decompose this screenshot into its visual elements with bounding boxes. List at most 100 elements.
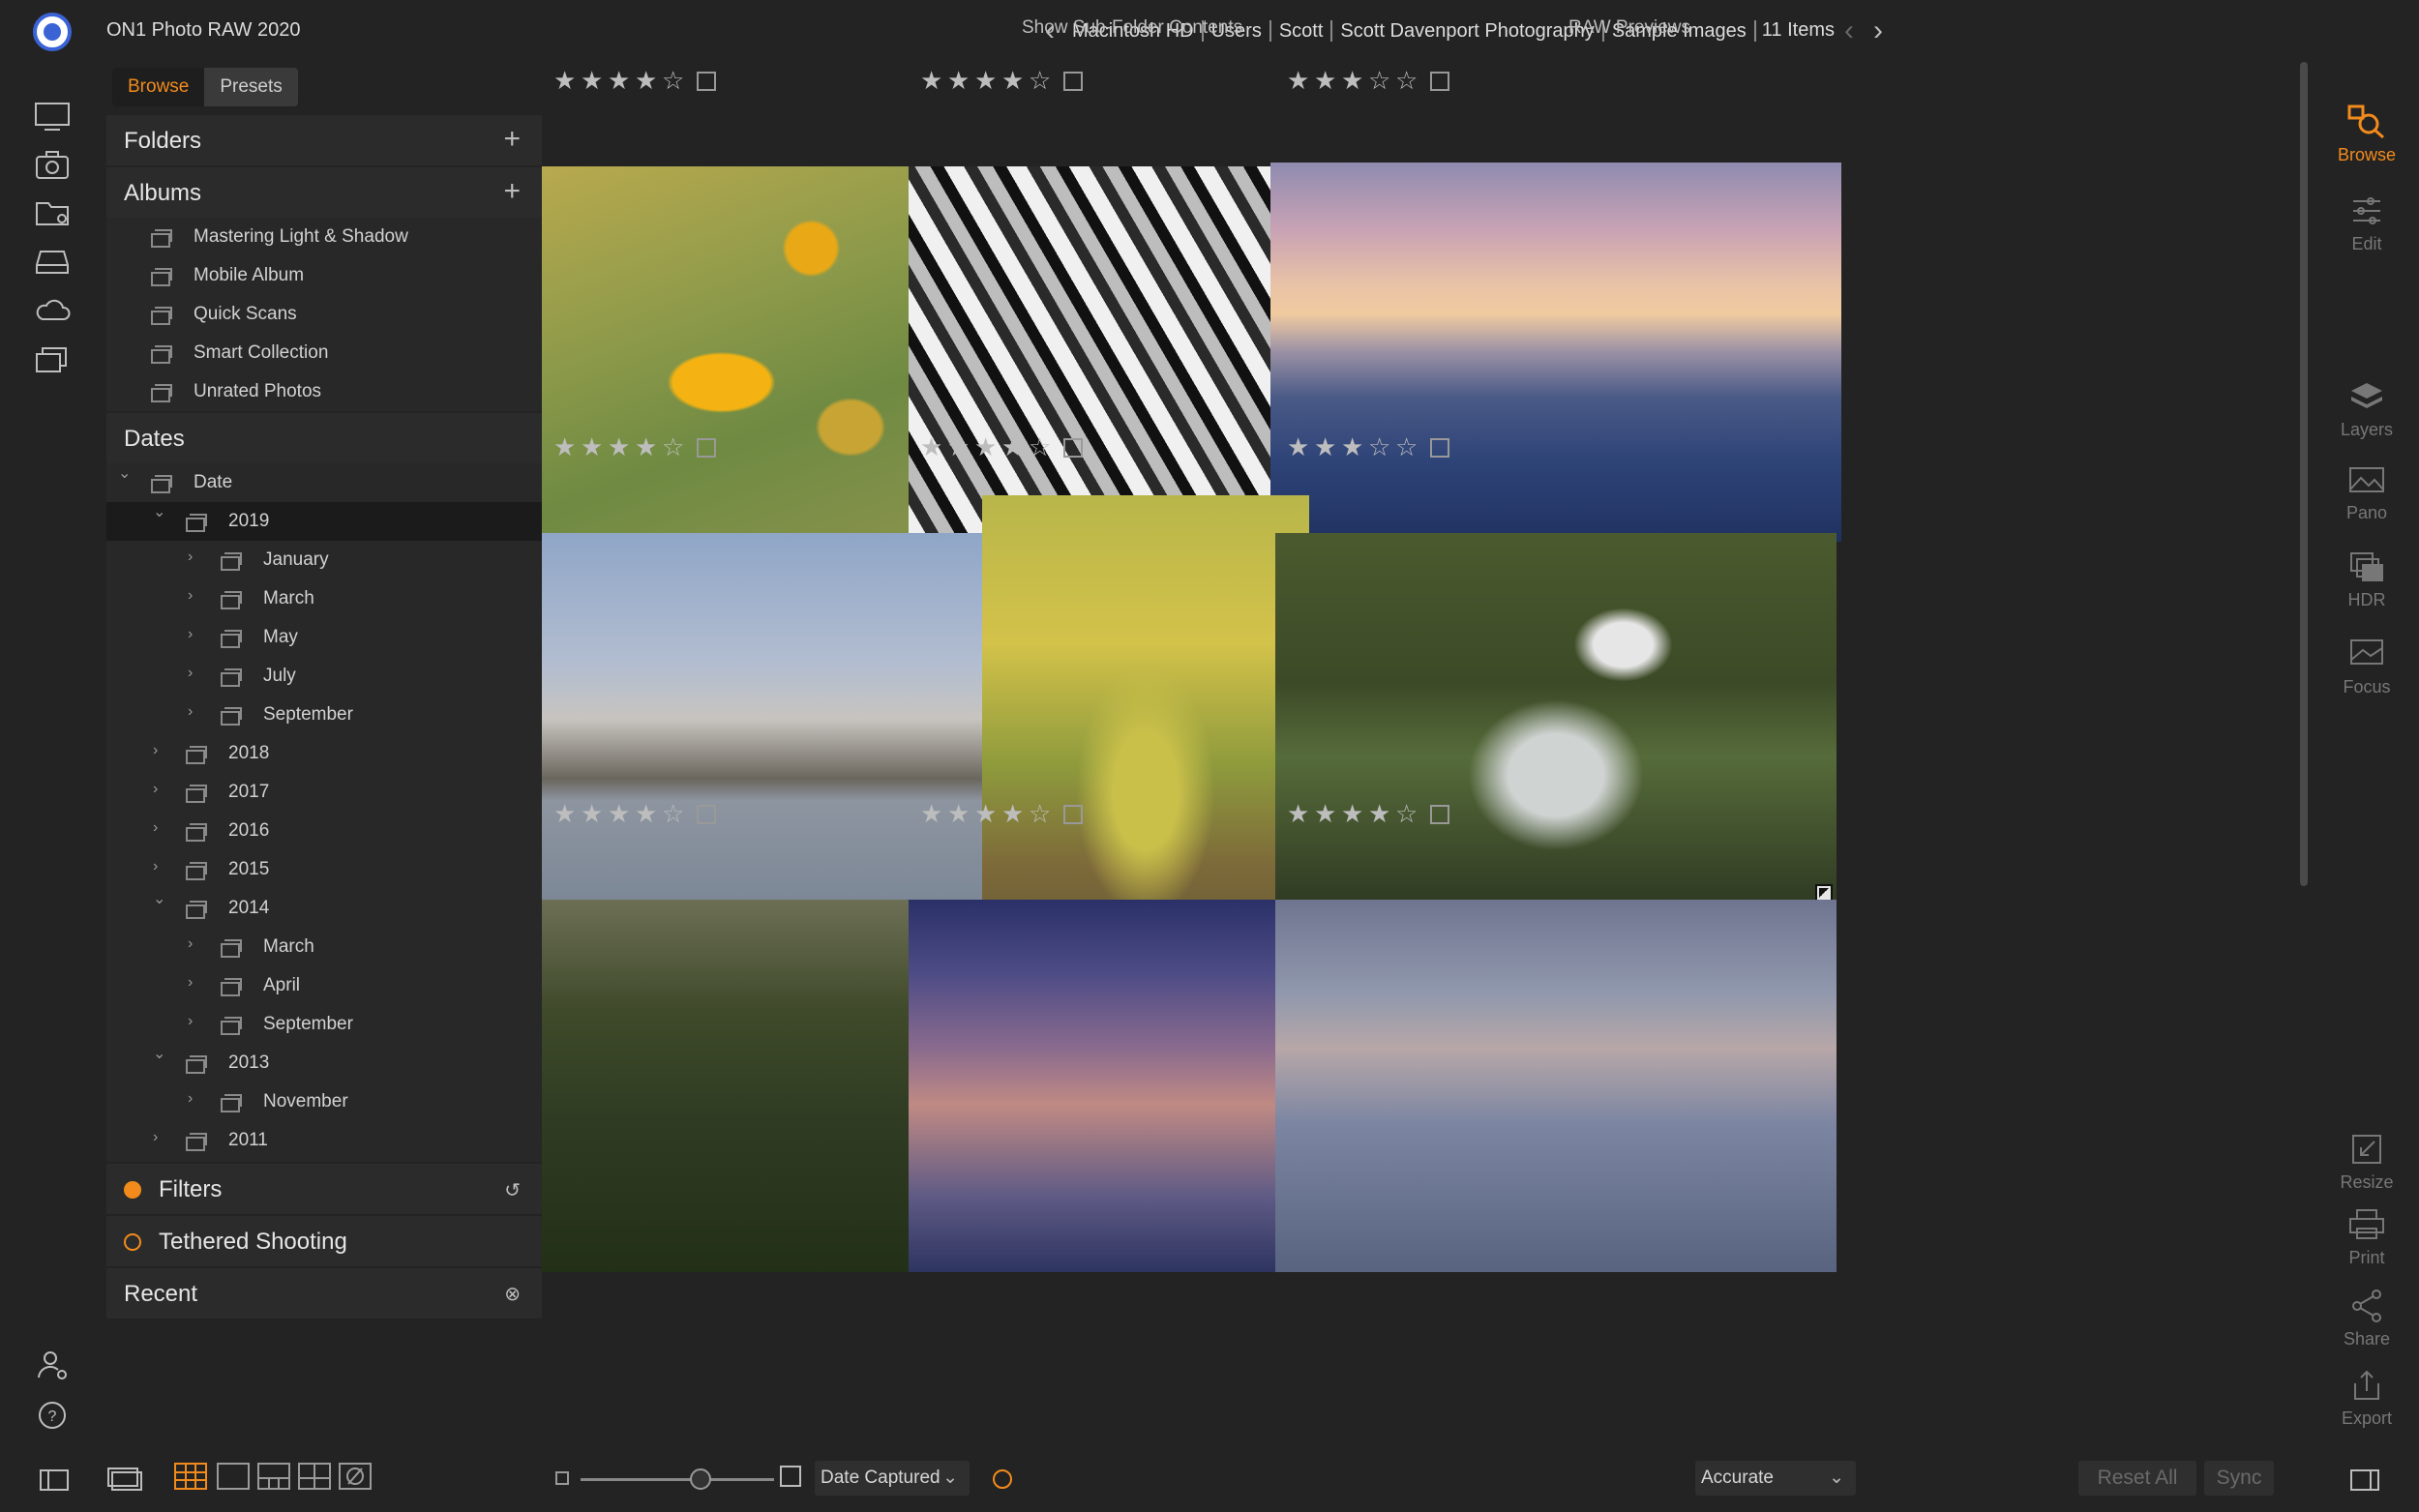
star-empty-icon[interactable]: ☆ (1395, 432, 1422, 462)
print-tool[interactable]: Print (2314, 1207, 2419, 1268)
star-filled-icon[interactable]: ★ (1341, 66, 1368, 96)
date-tree-item[interactable]: ⌄ 2019 (106, 502, 542, 541)
edit-module[interactable]: Edit (2314, 193, 2419, 254)
star-empty-icon[interactable]: ☆ (1368, 432, 1395, 462)
date-tree-item[interactable]: ⌄ 2014 (106, 889, 542, 928)
star-rating[interactable]: ★ ★ ★ ★ ☆ (920, 66, 1083, 96)
browse-module[interactable]: Browse (2314, 104, 2419, 165)
albums-icon[interactable] (33, 342, 72, 375)
star-filled-icon[interactable]: ★ (920, 432, 947, 462)
computer-icon[interactable] (33, 101, 72, 133)
select-checkbox[interactable] (1430, 437, 1449, 458)
star-filled-icon[interactable]: ★ (581, 432, 608, 462)
thumbnail-cell[interactable]: ★ ★ ★ ☆ ☆ (1270, 62, 1841, 542)
thumb-size-slider-knob[interactable] (690, 1468, 711, 1490)
help-icon[interactable]: ? (33, 1399, 72, 1432)
star-empty-icon[interactable]: ☆ (1029, 432, 1056, 462)
filters-header[interactable]: Filters ↺ (106, 1164, 542, 1214)
star-filled-icon[interactable]: ★ (974, 432, 1001, 462)
albums-header[interactable]: Albums + (106, 167, 542, 218)
next-arrow-icon[interactable]: › (1864, 15, 1893, 44)
add-folder-icon[interactable]: + (503, 125, 521, 154)
star-rating[interactable]: ★ ★ ★ ★ ☆ (553, 432, 716, 462)
chevron-right-icon[interactable]: › (153, 743, 166, 758)
star-filled-icon[interactable]: ★ (635, 432, 662, 462)
camera-icon[interactable] (33, 149, 72, 182)
date-tree-item[interactable]: › May (106, 618, 542, 657)
chevron-down-icon[interactable]: ⌄ (153, 1047, 166, 1062)
star-rating[interactable]: ★ ★ ★ ☆ ☆ (1287, 432, 1449, 462)
star-filled-icon[interactable]: ★ (1368, 799, 1395, 829)
star-empty-icon[interactable]: ☆ (1395, 799, 1422, 829)
chevron-right-icon[interactable]: › (188, 588, 201, 604)
chevron-right-icon[interactable]: › (188, 549, 201, 565)
star-filled-icon[interactable]: ★ (1001, 66, 1029, 96)
date-tree-item[interactable]: › July (106, 657, 542, 696)
date-tree-item[interactable]: › September (106, 696, 542, 734)
map-view-icon[interactable] (339, 1463, 372, 1490)
chevron-right-icon[interactable]: › (188, 1014, 201, 1029)
large-thumb-icon[interactable] (780, 1466, 801, 1487)
star-filled-icon[interactable]: ★ (1287, 432, 1314, 462)
second-display-icon[interactable] (106, 1467, 143, 1499)
star-empty-icon[interactable]: ☆ (662, 432, 689, 462)
grid-scrollbar[interactable] (2299, 62, 2309, 894)
star-empty-icon[interactable]: ☆ (662, 66, 689, 96)
star-empty-icon[interactable]: ☆ (1029, 66, 1056, 96)
star-filled-icon[interactable]: ★ (1287, 66, 1314, 96)
star-rating[interactable]: ★ ★ ★ ☆ ☆ (1287, 66, 1449, 96)
toggle-sidebar-icon[interactable] (39, 1468, 70, 1497)
select-checkbox[interactable] (1430, 804, 1449, 824)
tab-browse[interactable]: Browse (112, 68, 205, 106)
star-filled-icon[interactable]: ★ (920, 799, 947, 829)
star-filled-icon[interactable]: ★ (947, 432, 974, 462)
hdr-module[interactable]: HDR (2314, 549, 2419, 610)
cloud-icon[interactable] (33, 294, 72, 327)
add-album-icon[interactable]: + (503, 177, 521, 206)
date-tree-item[interactable]: › 2018 (106, 734, 542, 773)
star-rating[interactable]: ★ ★ ★ ★ ☆ (553, 66, 716, 96)
select-checkbox[interactable] (697, 804, 716, 824)
date-tree-item[interactable]: › 2017 (106, 773, 542, 812)
star-filled-icon[interactable]: ★ (947, 66, 974, 96)
tab-presets[interactable]: Presets (204, 68, 297, 106)
select-checkbox[interactable] (697, 437, 716, 458)
album-item[interactable]: Mobile Album (106, 256, 542, 295)
album-item[interactable]: Smart Collection (106, 334, 542, 372)
date-tree-item[interactable]: › April (106, 966, 542, 1005)
chevron-right-icon[interactable]: › (153, 1130, 166, 1145)
star-filled-icon[interactable]: ★ (553, 799, 581, 829)
star-filled-icon[interactable]: ★ (1001, 799, 1029, 829)
star-filled-icon[interactable]: ★ (553, 66, 581, 96)
breadcrumb-item[interactable]: Scott (1271, 19, 1333, 42)
chevron-right-icon[interactable]: › (188, 1091, 201, 1107)
chevron-down-icon[interactable]: ⌄ (153, 505, 166, 520)
chevron-right-icon[interactable]: › (188, 975, 201, 991)
date-tree-item[interactable]: › March (106, 579, 542, 618)
layers-module[interactable]: Layers (2314, 379, 2419, 440)
reset-filters-icon[interactable]: ↺ (504, 1178, 521, 1202)
folders-header[interactable]: Folders + (106, 115, 542, 165)
star-filled-icon[interactable]: ★ (974, 66, 1001, 96)
select-checkbox[interactable] (697, 71, 716, 91)
thumbnail-cell[interactable]: ★ ★ ★ ★ ☆ (1275, 795, 1837, 1272)
star-empty-icon[interactable]: ☆ (662, 799, 689, 829)
chevron-right-icon[interactable]: › (188, 666, 201, 681)
star-rating[interactable]: ★ ★ ★ ★ ☆ (920, 432, 1083, 462)
user-settings-icon[interactable] (33, 1349, 72, 1381)
star-filled-icon[interactable]: ★ (920, 66, 947, 96)
album-item[interactable]: Unrated Photos (106, 372, 542, 411)
focus-module[interactable]: Focus (2314, 637, 2419, 697)
date-tree-item[interactable]: › 2015 (106, 850, 542, 889)
chevron-down-icon[interactable]: ⌄ (118, 466, 132, 482)
star-empty-icon[interactable]: ☆ (1368, 66, 1395, 96)
star-filled-icon[interactable]: ★ (947, 799, 974, 829)
filmstrip-view-icon[interactable] (257, 1463, 290, 1490)
star-filled-icon[interactable]: ★ (635, 66, 662, 96)
sync-button[interactable]: Sync (2204, 1461, 2274, 1496)
resize-tool[interactable]: Resize (2314, 1132, 2419, 1193)
star-filled-icon[interactable]: ★ (1314, 799, 1341, 829)
star-filled-icon[interactable]: ★ (1314, 66, 1341, 96)
scrollbar-thumb[interactable] (2300, 62, 2308, 886)
prev-arrow-icon[interactable]: ‹ (1835, 15, 1864, 44)
